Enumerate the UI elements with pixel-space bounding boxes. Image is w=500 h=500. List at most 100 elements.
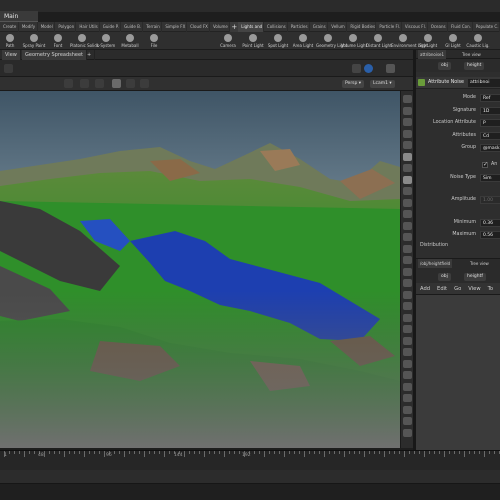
param-field[interactable]: Cd	[480, 131, 500, 140]
shelf-tool-button[interactable]: Path	[0, 32, 22, 50]
display-option-icon[interactable]	[403, 428, 412, 437]
display-option-icon[interactable]	[403, 233, 412, 241]
param-field[interactable]: 1.00	[480, 196, 500, 204]
param-field[interactable]: 0.36	[480, 219, 500, 227]
shelf-tab[interactable]: Oceans	[428, 22, 448, 32]
display-option-icon[interactable]	[403, 290, 412, 299]
transform-icon[interactable]	[80, 79, 89, 88]
back-arrow-icon[interactable]	[4, 64, 13, 73]
display-option-icon[interactable]	[403, 417, 412, 425]
shelf-tool-button[interactable]: Spray Paint	[22, 32, 46, 50]
handle-icon[interactable]	[140, 79, 149, 88]
display-option-icon[interactable]	[403, 244, 412, 253]
display-option-icon[interactable]	[403, 313, 412, 322]
shelf-tab[interactable]: Lights and	[238, 22, 264, 32]
shelf-tool-button[interactable]: Point Light	[241, 32, 265, 50]
shelf-tab[interactable]: Model	[38, 22, 56, 32]
shelf-tab[interactable]: Populate C.	[473, 22, 500, 32]
shelf-tool-button[interactable]: Font	[46, 32, 70, 50]
shelf-tab[interactable]: Volume	[210, 22, 231, 32]
shelf-tab[interactable]: Particle Fl.	[376, 22, 402, 32]
network-path-node[interactable]: heightf	[464, 273, 486, 281]
network-menu-item[interactable]: To	[484, 283, 496, 294]
network-menu-item[interactable]: Go	[450, 283, 464, 294]
shelf-tool-button[interactable]: Area Light	[291, 32, 315, 50]
display-option-icon[interactable]	[403, 302, 412, 310]
shelf-tab[interactable]: Grains	[310, 22, 329, 32]
distribution-section[interactable]: Distribution	[420, 243, 448, 248]
tab-tree-view[interactable]: Tree view	[460, 50, 483, 59]
network-menu-item[interactable]: Edit	[433, 283, 450, 294]
network-menu-item[interactable]: View	[464, 283, 483, 294]
path-obj[interactable]: obj	[438, 62, 451, 70]
display-option-icon[interactable]	[403, 164, 412, 172]
shelf-tool-button[interactable]: GI Light	[441, 32, 465, 50]
shelf-tool-button[interactable]: Sky Light	[416, 32, 440, 50]
camera-menu[interactable]: Lcam1 ▾	[370, 80, 395, 88]
network-menu-item[interactable]: Add	[416, 283, 433, 294]
shelf-tool-button[interactable]: Distant Light	[366, 32, 392, 50]
param-field[interactable]: 0.56	[480, 231, 500, 239]
display-option-icon[interactable]	[403, 106, 412, 115]
shelf-tab[interactable]: Hair Utils	[76, 22, 100, 32]
param-field[interactable]: Sim	[480, 174, 500, 182]
shelf-tool-button[interactable]: Geometry Light	[316, 32, 347, 50]
tab-tree-view-network[interactable]: Tree view	[468, 259, 491, 268]
display-option-icon[interactable]	[403, 129, 412, 138]
node-name-field[interactable]: attribnoi	[468, 79, 500, 87]
display-option-icon[interactable]	[403, 175, 412, 184]
shelf-tab[interactable]: Collisions	[264, 22, 288, 32]
playbar-timeline[interactable]: 1 48 96 144 192	[0, 450, 500, 470]
display-option-icon[interactable]	[403, 141, 412, 149]
scene-viewport[interactable]	[0, 91, 400, 448]
display-option-icon[interactable]	[403, 256, 412, 264]
path-node[interactable]: height	[464, 62, 485, 70]
display-option-icon[interactable]	[403, 405, 412, 414]
shelf-tool-button[interactable]: Environment Light	[391, 32, 428, 50]
shelf-tab[interactable]: Simple FX	[162, 22, 188, 32]
display-option-icon[interactable]	[403, 359, 412, 368]
network-editor[interactable]	[416, 295, 500, 450]
display-option-icon[interactable]	[403, 348, 412, 356]
pin-icon[interactable]	[352, 64, 361, 73]
display-option-icon[interactable]	[403, 198, 412, 207]
shelf-tool-button[interactable]: File	[142, 32, 166, 50]
link-icon[interactable]	[386, 64, 395, 73]
shelf-tab[interactable]: Guide P.	[100, 22, 122, 32]
display-option-icon[interactable]	[403, 267, 412, 276]
display-option-icon[interactable]	[403, 95, 412, 103]
tab-attribnoise[interactable]: attribnoise1	[418, 50, 447, 59]
shelf-tool-button[interactable]: Platonic Solids	[70, 32, 99, 50]
tab-geometry-spreadsheet[interactable]: Geometry Spreadsheet	[22, 50, 88, 60]
shelf-tool-button[interactable]: Caustic Lig.	[466, 32, 490, 50]
add-pane-tab-button[interactable]: +	[84, 50, 96, 60]
param-field[interactable]: P	[480, 119, 500, 127]
network-icon[interactable]	[364, 64, 373, 73]
shelf-tab[interactable]: Vellum	[328, 22, 348, 32]
display-option-icon[interactable]	[403, 382, 412, 391]
enable-checkbox[interactable]	[482, 161, 488, 168]
display-option-icon[interactable]	[403, 394, 412, 402]
shelf-tab[interactable]: Cloud FX	[187, 22, 210, 32]
snap-icon[interactable]	[126, 79, 135, 88]
add-shelf-tab-icon[interactable]: +	[230, 22, 239, 32]
display-option-icon[interactable]	[403, 152, 412, 161]
network-path-obj[interactable]: obj	[438, 273, 451, 281]
rotate-icon[interactable]	[95, 79, 104, 88]
shelf-tab[interactable]: Terrain	[143, 22, 163, 32]
display-option-icon[interactable]	[403, 279, 412, 287]
shelf-tab[interactable]: Rigid Bodies	[347, 22, 377, 32]
display-option-icon[interactable]	[403, 221, 412, 230]
shelf-tool-button[interactable]: Volume Light	[341, 32, 367, 50]
display-option-icon[interactable]	[403, 371, 412, 379]
tab-heightfield-network[interactable]: /obj/heightfield	[418, 259, 453, 268]
display-option-icon[interactable]	[403, 118, 412, 126]
shelf-tab[interactable]: Particles	[288, 22, 310, 32]
shelf-tool-button[interactable]: L-System	[94, 32, 118, 50]
perspective-menu[interactable]: Persp ▾	[342, 80, 365, 88]
shelf-tab[interactable]: Viscous Fl.	[402, 22, 428, 32]
shelf-tab[interactable]: Fluid Con.	[448, 22, 473, 32]
shelf-tool-button[interactable]: Camera	[216, 32, 240, 50]
display-option-icon[interactable]	[403, 210, 412, 218]
param-field[interactable]: 1D	[480, 106, 500, 115]
